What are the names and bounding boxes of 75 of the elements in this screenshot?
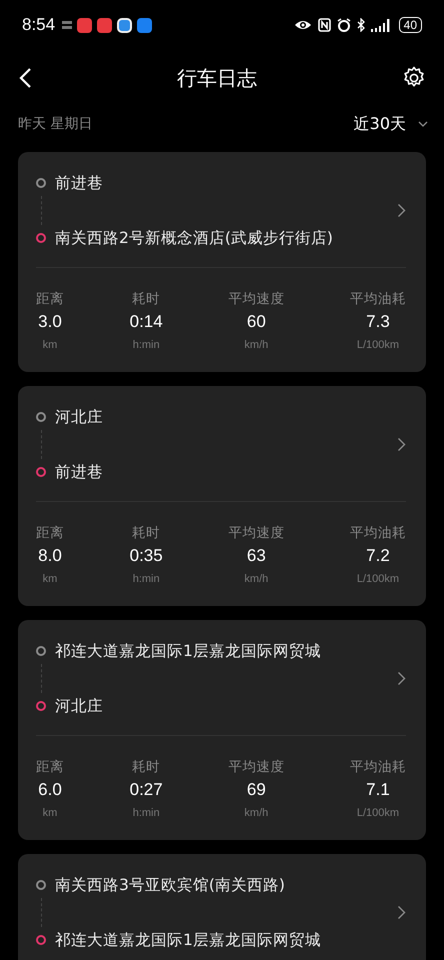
stat-value: 69 [246, 780, 266, 800]
app-notification-icon [97, 18, 112, 32]
stat-unit: L/100km [356, 807, 400, 819]
stat-label: 平均速度 [228, 758, 284, 776]
trip-card[interactable]: 前进巷 南关西路2号新概念酒店(武威步行街店) 距离 3.0 km 耗时 0:14 h:min 平均速度 60 km/h 平均油耗 7.3 L/100km [18, 152, 426, 372]
stat-unit: h:min [132, 339, 160, 351]
start-point-icon [36, 178, 46, 188]
stat-value: 3.0 [38, 312, 62, 332]
stat-value: 7.1 [366, 780, 390, 800]
place-name: 河北庄 [55, 407, 103, 428]
place-name: 南关西路2号新概念酒店(武威步行街店) [55, 228, 333, 249]
stat-value: 0:27 [130, 780, 163, 800]
stat-unit: km/h [244, 339, 268, 351]
stat-unit: km [42, 573, 58, 585]
place-name: 南关西路3号亚欧宾馆(南关西路) [55, 875, 285, 896]
stat-value: 60 [246, 312, 266, 332]
stat-value: 7.2 [366, 546, 390, 566]
alarm-icon [336, 18, 351, 32]
page-title: 行车日志 [177, 64, 257, 92]
end-point-icon [36, 935, 46, 945]
stat-unit: km/h [244, 573, 268, 585]
stat-label: 耗时 [132, 524, 160, 542]
battery-level: 40 [398, 17, 422, 33]
stat-label: 耗时 [132, 758, 160, 776]
back-icon [18, 67, 32, 89]
stat-unit: km [42, 807, 58, 819]
stat-label: 平均油耗 [350, 524, 406, 542]
date-label: 昨天 星期日 [18, 115, 92, 133]
stat-value: 0:35 [130, 546, 163, 566]
bluetooth-icon [356, 18, 365, 32]
stat-label: 平均速度 [228, 524, 284, 542]
app-notification-icon [137, 18, 152, 32]
stat-value: 63 [246, 546, 266, 566]
stat-value: 0:14 [130, 312, 163, 332]
stat-label: 距离 [36, 758, 64, 776]
start-point-icon [36, 880, 46, 890]
end-point-icon [36, 467, 46, 477]
chevron-right-icon [397, 203, 406, 218]
end-point-icon [36, 701, 46, 711]
range-dropdown[interactable]: 近30天 [354, 114, 428, 134]
status-time: 8:54 [22, 15, 56, 35]
chevron-right-icon [397, 671, 406, 686]
place-name: 前进巷 [55, 173, 103, 194]
stat-unit: L/100km [356, 573, 400, 585]
nfc-icon [318, 18, 331, 32]
stat-label: 距离 [36, 524, 64, 542]
stat-label: 平均油耗 [350, 290, 406, 308]
stat-unit: h:min [132, 573, 160, 585]
app-notification-icon [77, 18, 92, 32]
place-name: 河北庄 [55, 696, 103, 717]
stat-label: 距离 [36, 290, 64, 308]
stat-unit: L/100km [356, 339, 400, 351]
chevron-down-icon [418, 121, 428, 127]
stat-label: 耗时 [132, 290, 160, 308]
trip-card[interactable]: 南关西路3号亚欧宾馆(南关西路) 祁连大道嘉龙国际1层嘉龙国际网贸城 [18, 854, 426, 960]
place-name: 祁连大道嘉龙国际1层嘉龙国际网贸城 [55, 930, 321, 951]
stat-label: 平均油耗 [350, 758, 406, 776]
start-point-icon [36, 646, 46, 656]
stat-value: 8.0 [38, 546, 62, 566]
stat-value: 6.0 [38, 780, 62, 800]
place-name: 前进巷 [55, 462, 103, 483]
chevron-right-icon [397, 437, 406, 452]
place-name: 祁连大道嘉龙国际1层嘉龙国际网贸城 [55, 641, 321, 662]
eye-icon [294, 19, 312, 31]
end-point-icon [36, 233, 46, 243]
chevron-right-icon [397, 905, 406, 920]
stat-unit: km/h [244, 807, 268, 819]
stat-label: 平均速度 [228, 290, 284, 308]
trip-card[interactable]: 祁连大道嘉龙国际1层嘉龙国际网贸城 河北庄 距离 6.0 km 耗时 0:27 h:min 平均速度 69 km/h 平均油耗 7.1 L/100km [18, 620, 426, 840]
stat-value: 7.3 [366, 312, 390, 332]
trip-card[interactable]: 河北庄 前进巷 距离 8.0 km 耗时 0:35 h:min 平均速度 63 km/h 平均油耗 7.2 L/100km [18, 386, 426, 606]
stat-unit: km [42, 339, 58, 351]
stat-unit: h:min [132, 807, 160, 819]
app-notification-icon [117, 18, 132, 32]
start-point-icon [36, 412, 46, 422]
